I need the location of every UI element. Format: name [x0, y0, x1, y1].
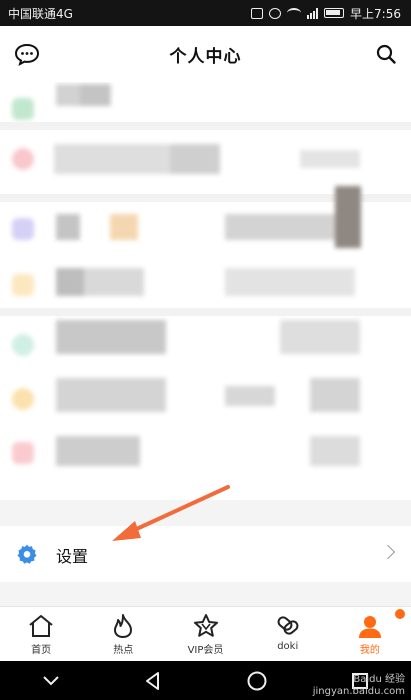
tab-label: VIP会员: [187, 645, 224, 656]
list-item: [0, 258, 411, 312]
status-bar: 中国联通4G 早上7:56: [0, 0, 411, 26]
list-item: [0, 132, 411, 186]
back-icon[interactable]: [143, 671, 163, 691]
home-button-icon[interactable]: [246, 670, 268, 692]
tab-hot[interactable]: 热点: [82, 607, 164, 661]
list-item: [0, 426, 411, 480]
list-item: [0, 318, 411, 372]
clock: 早上7:56: [350, 6, 401, 21]
notification-dot: [395, 609, 406, 619]
tab-label: 热点: [113, 645, 134, 656]
tab-label: 我的: [359, 645, 380, 656]
tab-doki[interactable]: doki: [247, 607, 329, 661]
tab-label: doki: [277, 641, 299, 652]
battery-icon: [324, 8, 345, 18]
tab-label: 首页: [31, 645, 52, 656]
vip-star-icon: [193, 614, 218, 637]
settings-label: 设置: [56, 547, 89, 566]
tab-profile[interactable]: 我的: [329, 607, 411, 661]
chevron-right-icon: [380, 544, 396, 560]
carrier-label: 中国联通4G: [8, 6, 73, 21]
settings-row[interactable]: 设置: [0, 526, 411, 582]
tab-vip[interactable]: VIP会员: [164, 607, 246, 661]
flame-icon: [114, 614, 133, 638]
profile-icon: [358, 616, 381, 638]
blurred-menu-list: [0, 82, 411, 500]
wifi-icon: [287, 8, 302, 18]
screen: 中国联通4G 早上7:56 个人中心 设置 首页 热点 VIP会员 doki 我…: [0, 0, 411, 700]
chevron-down-icon[interactable]: [41, 674, 61, 688]
message-icon[interactable]: [14, 42, 40, 66]
watermark: Baidu 经验 jingyan.baidu.com: [312, 674, 405, 697]
list-item: [0, 186, 411, 256]
page-title: 个人中心: [169, 46, 242, 67]
search-icon[interactable]: [375, 43, 397, 65]
signal-icon: [307, 7, 319, 19]
app-header: 个人中心: [0, 26, 411, 82]
bottom-tab-bar: 首页 热点 VIP会员 doki 我的: [0, 606, 411, 661]
list-item: [0, 372, 411, 426]
system-nav-bar: Baidu 经验 jingyan.baidu.com: [0, 661, 411, 700]
vibrate-icon: [251, 7, 264, 19]
gear-icon: [17, 544, 37, 564]
alarm-icon: [269, 7, 282, 19]
doki-icon: [277, 616, 299, 635]
home-icon: [29, 615, 53, 637]
tab-home[interactable]: 首页: [0, 607, 82, 661]
